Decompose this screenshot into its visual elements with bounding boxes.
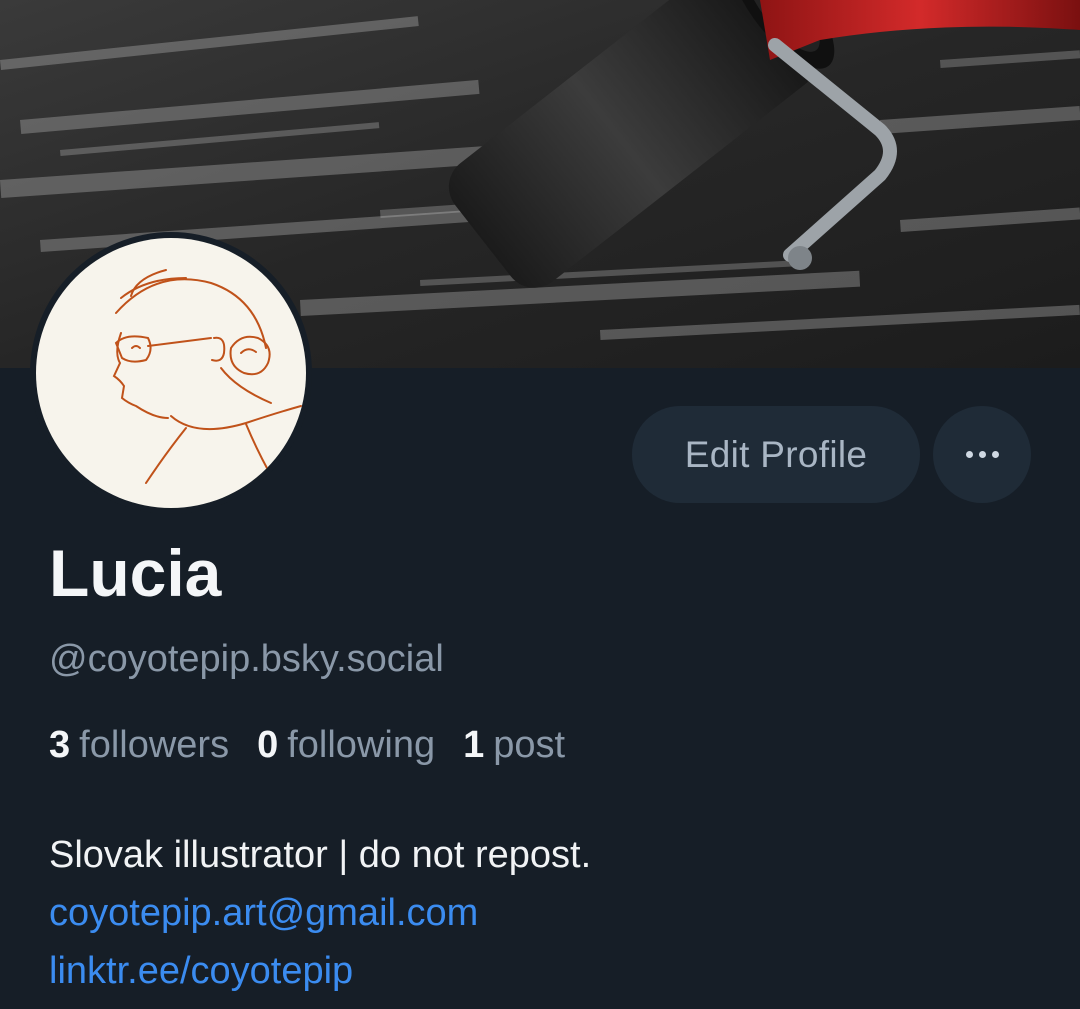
- stat-label: post: [493, 724, 566, 766]
- following-count[interactable]: 0 following: [257, 726, 435, 764]
- edit-profile-label: Edit Profile: [684, 433, 868, 475]
- profile-bio: Slovak illustrator | do not repost. coyo…: [49, 826, 591, 1000]
- edit-profile-button[interactable]: Edit Profile: [632, 406, 920, 503]
- stat-label: followers: [79, 724, 230, 766]
- ellipsis-icon: [965, 451, 999, 458]
- bio-email-link[interactable]: coyotepip.art@gmail.com: [49, 884, 591, 942]
- bio-linktree-link[interactable]: linktr.ee/coyotepip: [49, 942, 591, 1000]
- stat-number: 0: [257, 724, 279, 766]
- profile-handle: @coyotepip.bsky.social: [49, 638, 444, 680]
- display-name: Lucia: [49, 536, 222, 610]
- more-options-button[interactable]: [933, 406, 1031, 503]
- profile-stats: 3 followers 0 following 1 post: [49, 726, 565, 764]
- stat-number: 3: [49, 724, 71, 766]
- bio-text: Slovak illustrator | do not repost.: [49, 834, 592, 876]
- stat-number: 1: [463, 724, 485, 766]
- followers-count[interactable]: 3 followers: [49, 726, 229, 764]
- avatar[interactable]: [30, 232, 312, 514]
- avatar-image: [36, 238, 306, 508]
- posts-count: 1 post: [463, 726, 565, 764]
- stat-label: following: [287, 724, 436, 766]
